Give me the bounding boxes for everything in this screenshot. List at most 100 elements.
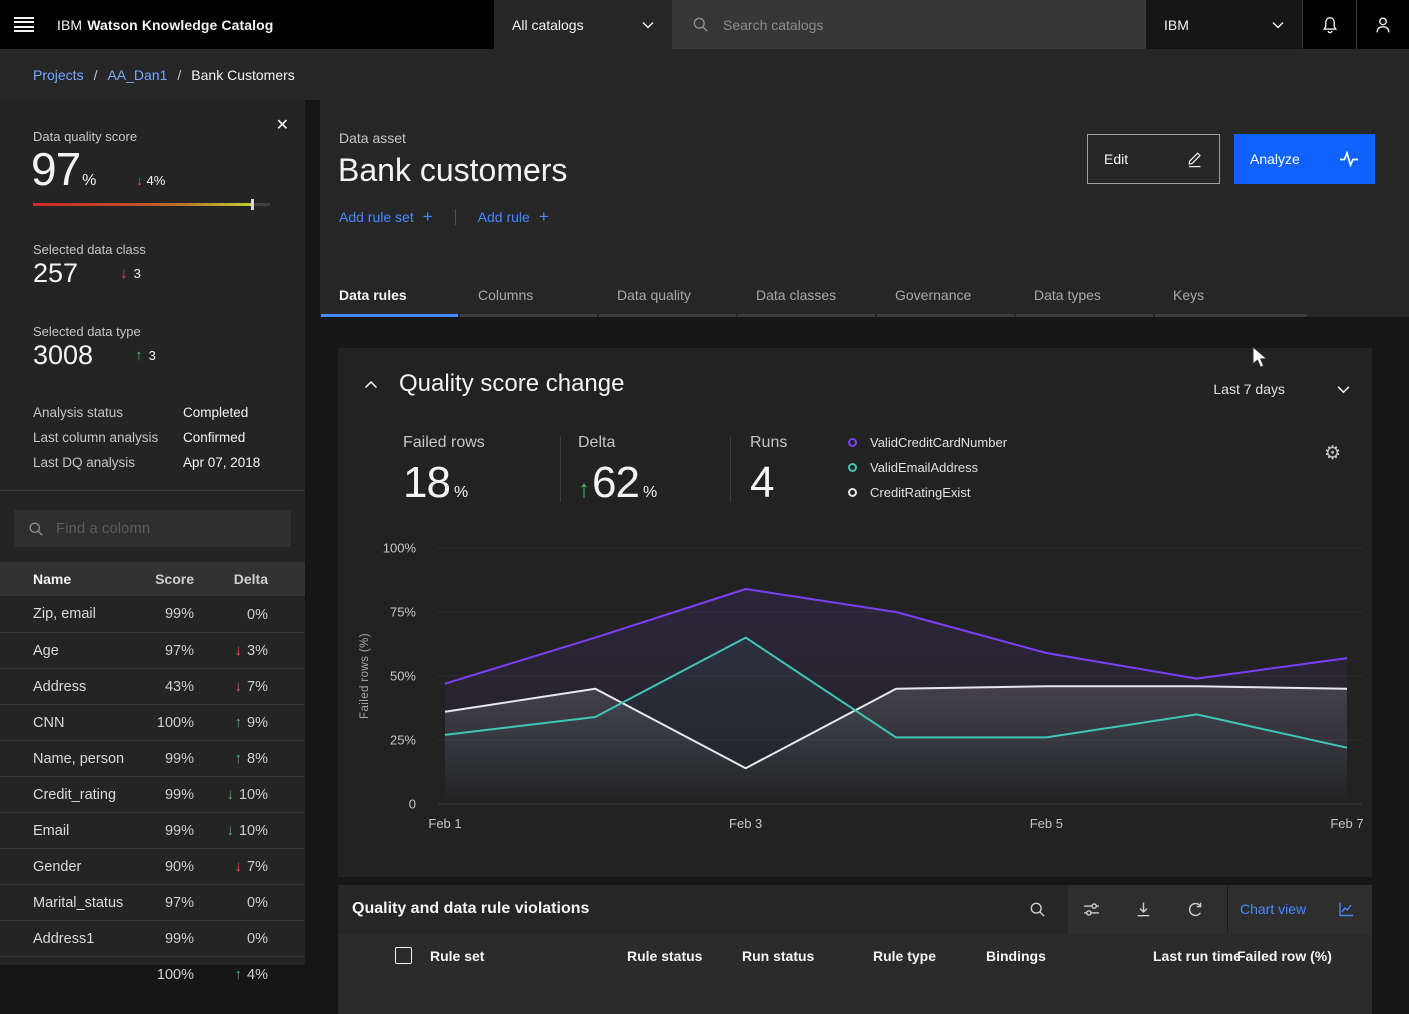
analysis-row: Analysis statusCompleted (33, 400, 273, 425)
header-score[interactable]: Score (136, 571, 194, 587)
violations-header-1[interactable]: Rule status (627, 948, 702, 964)
account-selector-label: IBM (1164, 17, 1272, 33)
download-button[interactable] (1119, 885, 1167, 934)
brand-prefix: IBM (57, 17, 82, 33)
analyze-button[interactable]: Analyze (1234, 134, 1375, 184)
add-rule-link[interactable]: Add rule (478, 209, 530, 225)
profile-button[interactable] (1356, 0, 1409, 49)
column-table-row[interactable]: Credit_rating99%↓10% (0, 776, 305, 812)
tab-keys[interactable]: Keys (1155, 281, 1307, 317)
settings-adjust-icon (1083, 901, 1100, 918)
column-table-row[interactable]: Gender90%↓7% (0, 848, 305, 884)
quality-score-unit: % (82, 172, 96, 190)
column-table-row[interactable]: Name, person99%↑8% (0, 740, 305, 776)
search-icon (1029, 901, 1046, 918)
quality-score-card: Quality score change Last 7 days Failed … (338, 348, 1372, 877)
arrow-up-icon: ↑ (235, 714, 243, 731)
column-table-header: Name Score Delta (0, 562, 305, 596)
search-input[interactable] (723, 17, 1103, 33)
header-delta[interactable]: Delta (194, 571, 268, 587)
rule-links: Add rule set + Add rule + (339, 207, 549, 227)
asset-tabs: Data rulesColumnsData qualityData classe… (321, 281, 1309, 317)
search-icon (692, 16, 709, 33)
edit-button-label: Edit (1104, 151, 1128, 167)
search-button[interactable] (1013, 885, 1061, 934)
y-tick-label: 50% (390, 669, 416, 684)
arrow-down-icon: ↓ (226, 786, 234, 803)
hamburger-menu-icon[interactable] (0, 0, 48, 49)
top-nav: IBM Watson Knowledge Catalog All catalog… (0, 0, 1409, 49)
tab-data-types[interactable]: Data types (1016, 281, 1153, 317)
restart-icon (1187, 901, 1204, 918)
tab-data-quality[interactable]: Data quality (599, 281, 736, 317)
brand-name: Watson Knowledge Catalog (87, 17, 273, 33)
data-class-delta: 3 (134, 266, 141, 281)
violations-header-2[interactable]: Run status (742, 948, 814, 964)
filter-button[interactable] (1067, 885, 1115, 934)
column-table-row[interactable]: Address43%↓7% (0, 668, 305, 704)
series-area-CreditRatingExist (445, 686, 1347, 804)
violations-header-4[interactable]: Bindings (986, 948, 1046, 964)
arrow-up-icon: ↑ (235, 750, 243, 767)
analyze-pulse-icon (1339, 150, 1359, 168)
x-tick-label: Feb 7 (1330, 816, 1363, 831)
column-table-body: Zip, email99%0% Age97%↓3% Address43%↓7% … (0, 596, 305, 992)
arrow-down-icon: ↓ (120, 265, 128, 282)
column-score-table: Name Score Delta Zip, email99%0% Age97%↓… (0, 562, 305, 992)
data-type-delta: 3 (149, 348, 156, 363)
chart-view-toggle[interactable]: Chart view (1240, 901, 1306, 917)
y-tick-label: 75% (390, 605, 416, 620)
breadcrumb-projects[interactable]: Projects (33, 67, 84, 83)
edit-button[interactable]: Edit (1087, 134, 1220, 184)
column-table-row[interactable]: Zip, email99%0% (0, 596, 305, 632)
column-table-row[interactable]: Email99%↓10% (0, 812, 305, 848)
analyze-button-label: Analyze (1250, 151, 1300, 167)
violations-header-6[interactable]: Failed row (%) (1237, 948, 1332, 964)
violations-table-header: Rule set Rule status Run status Rule type Bi… (338, 934, 1372, 1014)
arrow-down-icon: ↓ (226, 822, 234, 839)
account-selector[interactable]: IBM (1145, 0, 1302, 49)
violations-header-5[interactable]: Last run time (1153, 948, 1241, 964)
search-icon (28, 521, 44, 537)
data-class-value: 257 (33, 258, 78, 289)
header-name[interactable]: Name (33, 571, 136, 587)
analysis-status-list: Analysis statusCompletedLast column anal… (33, 400, 273, 475)
select-all-checkbox[interactable] (395, 947, 412, 964)
add-rule-set-link[interactable]: Add rule set (339, 209, 414, 225)
x-tick-label: Feb 1 (428, 816, 461, 831)
chart-line-icon[interactable] (1338, 901, 1354, 917)
add-icon[interactable]: + (423, 207, 433, 227)
tab-columns[interactable]: Columns (460, 281, 597, 317)
bell-icon (1321, 16, 1339, 34)
tab-data-rules[interactable]: Data rules (321, 281, 458, 317)
arrow-down-icon: ↓ (235, 642, 243, 659)
notifications-button[interactable] (1302, 0, 1356, 49)
tab-data-classes[interactable]: Data classes (738, 281, 875, 317)
breadcrumb-separator: / (177, 67, 181, 83)
violations-header-0[interactable]: Rule set (430, 948, 484, 964)
hamburger-bars (14, 14, 34, 35)
tab-governance[interactable]: Governance (877, 281, 1014, 317)
column-search-input[interactable] (56, 520, 266, 537)
refresh-button[interactable] (1171, 885, 1219, 934)
add-icon[interactable]: + (539, 207, 549, 227)
violations-title: Quality and data rule violations (352, 900, 589, 918)
x-tick-label: Feb 5 (1030, 816, 1063, 831)
arrow-down-icon: ↓ (136, 173, 143, 188)
quality-score-value: 97 (31, 142, 80, 196)
chevron-down-icon (642, 21, 654, 29)
column-table-row[interactable]: 100%↑4% (0, 956, 305, 992)
x-tick-label: Feb 3 (729, 816, 762, 831)
breadcrumb-project-name[interactable]: AA_Dan1 (107, 67, 167, 83)
catalog-selector[interactable]: All catalogs (494, 0, 672, 49)
column-table-row[interactable]: CNN100%↑9% (0, 704, 305, 740)
analysis-row: Last DQ analysisApr 07, 2018 (33, 450, 273, 475)
download-icon (1135, 901, 1152, 918)
column-table-row[interactable]: Age97%↓3% (0, 632, 305, 668)
violations-header-3[interactable]: Rule type (873, 948, 936, 964)
column-table-row[interactable]: Marital_status97%0% (0, 884, 305, 920)
close-icon[interactable]: ✕ (276, 118, 289, 134)
sidebar-divider (0, 490, 305, 491)
column-table-row[interactable]: Address199%0% (0, 920, 305, 956)
data-class-label: Selected data class (33, 242, 146, 257)
